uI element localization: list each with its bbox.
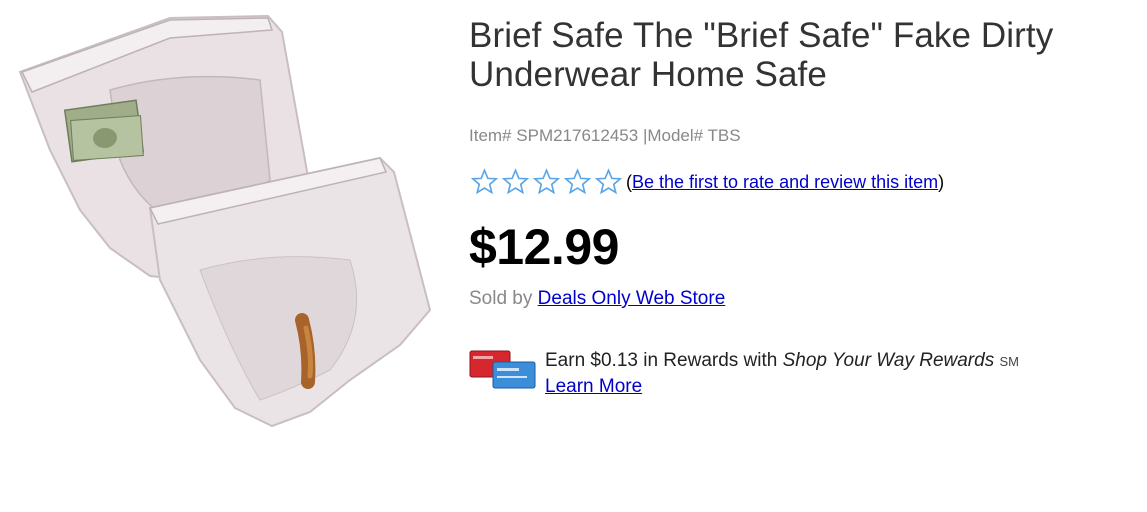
- item-model-line: Item# SPM217612453 |Model# TBS: [469, 126, 1139, 146]
- model-number: TBS: [707, 126, 741, 145]
- rewards-text: Earn $0.13 in Rewards with Shop Your Way…: [545, 348, 1019, 399]
- rate-review-link[interactable]: Be the first to rate and review this ite…: [632, 172, 938, 193]
- product-title: Brief Safe The "Brief Safe" Fake Dirty U…: [469, 16, 1054, 94]
- service-mark: SM: [999, 354, 1020, 369]
- rewards-earn-text: Earn $0.13 in Rewards with: [545, 350, 778, 371]
- credit-cards-icon: [469, 350, 536, 389]
- item-label: Item#: [469, 126, 512, 145]
- learn-more-link[interactable]: Learn More: [545, 376, 642, 397]
- rewards-section: Earn $0.13 in Rewards with Shop Your Way…: [469, 348, 1139, 399]
- rating-close-paren: ): [938, 171, 945, 192]
- rating-row: (Be the first to rate and review this it…: [469, 168, 1139, 196]
- seller-link[interactable]: Deals Only Web Store: [538, 288, 726, 309]
- rewards-program-name: Shop Your Way Rewards: [782, 350, 995, 371]
- product-image: [18, 14, 432, 428]
- model-label: |Model#: [642, 126, 704, 145]
- star-outline-icon: [532, 168, 561, 195]
- rating-stars[interactable]: [469, 168, 624, 196]
- star-outline-icon: [563, 168, 592, 195]
- product-price: $12.99: [469, 219, 619, 275]
- star-outline-icon: [594, 168, 623, 195]
- sold-by-label: Sold by: [469, 288, 533, 309]
- star-outline-icon: [470, 168, 499, 195]
- product-page: Brief Safe The "Brief Safe" Fake Dirty U…: [0, 0, 1147, 512]
- item-number: SPM217612453: [516, 126, 639, 145]
- sold-by-line: Sold by Deals Only Web Store: [469, 288, 1139, 310]
- star-outline-icon: [501, 168, 530, 195]
- product-info: Brief Safe The "Brief Safe" Fake Dirty U…: [469, 16, 1139, 399]
